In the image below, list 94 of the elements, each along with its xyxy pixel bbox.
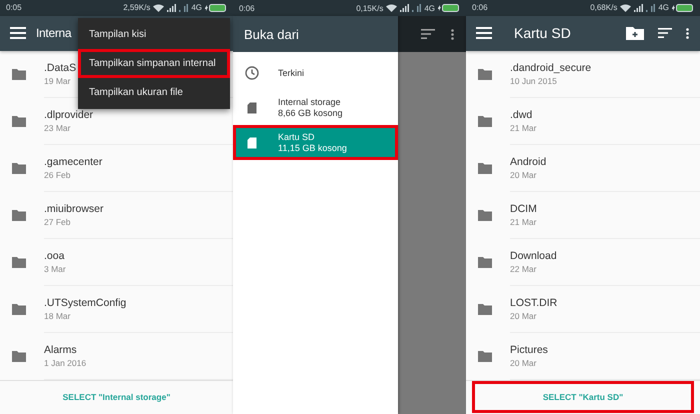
- drawer-item-subtitle: 8,66 GB kosong: [278, 108, 343, 118]
- more-icon[interactable]: [686, 28, 689, 39]
- folder-date: 3 Mar: [44, 264, 66, 274]
- folder-icon: [12, 304, 26, 315]
- signal-icon: [400, 4, 410, 12]
- folder-date: 10 Jun 2015: [510, 76, 557, 86]
- folder-name: .dlprovider: [44, 108, 94, 121]
- wifi-icon: [153, 4, 164, 12]
- folder-date: 19 Mar: [44, 76, 70, 86]
- signal-icon: [634, 4, 644, 12]
- folder-name: LOST.DIR: [510, 296, 558, 309]
- folder-name: Android: [510, 156, 546, 168]
- folder-icon: [478, 210, 492, 221]
- folder-date: 26 Feb: [44, 170, 70, 180]
- network-type: 4G: [658, 3, 669, 12]
- network-speed: 0,68K/s: [590, 3, 618, 12]
- folder-name: Download: [510, 250, 557, 262]
- battery-icon: [672, 4, 694, 12]
- folder-icon: [12, 210, 26, 221]
- folder-row[interactable]: LOST.DIR 20 Mar: [466, 286, 700, 333]
- menu-item[interactable]: Tampilkan ukuran file: [78, 78, 230, 107]
- folder-name: .UTSystemConfig: [44, 296, 126, 309]
- menu-icon[interactable]: [476, 27, 492, 40]
- wifi-icon: [386, 4, 398, 12]
- network-type: 4G: [424, 4, 435, 12]
- drawer-item[interactable]: Internal storage 8,66 GB kosong: [233, 90, 398, 125]
- menu-item[interactable]: Tampilan kisi: [78, 20, 230, 49]
- battery-icon: [205, 4, 227, 12]
- sort-icon[interactable]: [658, 28, 672, 38]
- folder-row[interactable]: Download 22 Mar: [466, 238, 700, 286]
- drawer-item-label: Internal storage: [278, 97, 342, 107]
- app-bar-title: Kartu SD: [514, 25, 571, 42]
- signal-icon: [167, 4, 176, 12]
- drawer-item-label: Terkini: [278, 68, 304, 78]
- folder-date: 20 Mar: [510, 310, 536, 321]
- network-type: 4G: [191, 3, 202, 12]
- sd-card-icon: [245, 136, 259, 150]
- folder-row[interactable]: .dandroid_secure 10 Jun 2015: [466, 50, 700, 98]
- battery-icon: [438, 4, 460, 12]
- folder-name: Pictures: [510, 344, 548, 356]
- signal-icon: [646, 4, 656, 12]
- clock-icon: [245, 66, 259, 80]
- network-speed: 0,15K/s: [356, 4, 384, 12]
- folder-date: 21 Mar: [510, 216, 536, 227]
- folder-icon: [12, 350, 26, 362]
- folder-name: DCIM: [510, 202, 537, 215]
- folder-row[interactable]: Android 20 Mar: [466, 144, 700, 192]
- folder-name: .miuibrowser: [44, 202, 104, 215]
- folder-name: .gamecenter: [44, 156, 102, 168]
- sd-card-icon: [245, 100, 259, 114]
- folder-icon: [478, 68, 492, 80]
- folder-name: .dandroid_secure: [510, 62, 592, 74]
- more-icon: [451, 28, 454, 40]
- folder-name: .dwd: [510, 108, 532, 121]
- folder-icon: [12, 68, 26, 80]
- folder-icon: [12, 256, 26, 268]
- folder-date: 20 Mar: [510, 170, 536, 180]
- folder-row[interactable]: Pictures 20 Mar: [466, 332, 700, 380]
- app-bar-title: Interna: [36, 26, 72, 40]
- folder-date: 22 Mar: [510, 264, 536, 274]
- menu-item[interactable]: Tampilkan simpanan internal: [78, 49, 230, 78]
- wifi-icon: [620, 4, 632, 12]
- folder-row[interactable]: DCIM 21 Mar: [466, 192, 700, 239]
- folder-name: Alarms: [44, 344, 77, 356]
- folder-date: 1 Jan 2016: [44, 358, 86, 368]
- sort-icon: [421, 29, 435, 39]
- folder-icon: [478, 350, 492, 362]
- drawer-item[interactable]: Terkini: [233, 55, 398, 90]
- drawer-item-subtitle: 11,15 GB kosong: [278, 143, 347, 153]
- signal-icon: [412, 4, 422, 12]
- signal-icon: [179, 4, 188, 12]
- folder-row[interactable]: .dwd 21 Mar: [466, 98, 700, 145]
- status-time: 0:05: [6, 3, 22, 12]
- drawer-item-label: Kartu SD: [278, 132, 316, 142]
- folder-icon: [478, 304, 492, 315]
- folder-date: 27 Feb: [44, 216, 70, 227]
- folder-icon: [12, 116, 26, 127]
- folder-name: .DataS: [44, 62, 76, 74]
- folder-date: 23 Mar: [44, 122, 70, 133]
- folder-icon: [478, 256, 492, 268]
- folder-name: .ooa: [44, 250, 64, 262]
- folder-icon: [478, 162, 492, 174]
- new-folder-icon[interactable]: [626, 26, 644, 40]
- folder-icon: [12, 162, 26, 174]
- folder-date: 20 Mar: [510, 358, 536, 368]
- drawer-title: Buka dari: [244, 26, 299, 42]
- menu-icon[interactable]: [10, 27, 26, 40]
- folder-date: 18 Mar: [44, 310, 70, 321]
- folder-icon: [478, 116, 492, 127]
- drawer-item[interactable]: Kartu SD 11,15 GB kosong: [233, 125, 398, 160]
- folder-date: 21 Mar: [510, 122, 536, 133]
- status-time: 0:06: [472, 3, 488, 12]
- network-speed: 2,59K/s: [123, 3, 150, 12]
- status-time: 0:06: [239, 4, 255, 12]
